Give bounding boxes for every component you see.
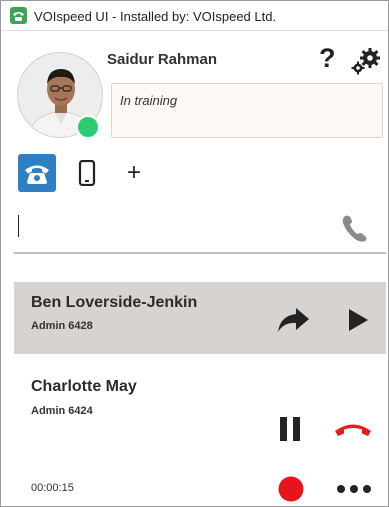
app-window: VOIspeed UI - Installed by: VOIspeed Ltd…	[0, 0, 389, 507]
play-icon	[349, 309, 368, 331]
help-button[interactable]: ?	[319, 45, 336, 72]
text-caret	[18, 215, 19, 237]
caller-extension: Admin 6424	[31, 405, 93, 417]
plus-icon: +	[126, 159, 141, 186]
call-card-active[interactable]: Charlotte May Admin 6424 00:00:15	[14, 364, 386, 504]
call-card-held[interactable]: Ben Loverside-Jenkin Admin 6428	[14, 282, 386, 354]
question-icon: ?	[319, 43, 336, 73]
add-button[interactable]: +	[115, 154, 153, 192]
presence-indicator	[76, 115, 100, 139]
caller-extension: Admin 6428	[31, 320, 93, 332]
settings-gears-icon[interactable]	[350, 46, 382, 76]
record-button[interactable]	[276, 474, 306, 504]
hangup-button[interactable]	[332, 418, 374, 442]
caller-name: Charlotte May	[31, 378, 137, 395]
resume-button[interactable]	[344, 306, 372, 334]
user-name: Saidur Rahman	[107, 51, 218, 68]
desk-phone-button[interactable]	[18, 154, 56, 192]
transfer-button[interactable]	[274, 304, 312, 336]
pause-icon	[280, 417, 300, 441]
record-icon	[278, 476, 304, 502]
call-timer: 00:00:15	[31, 482, 74, 494]
phone-app-icon	[10, 7, 27, 24]
mobile-phone-button[interactable]	[68, 154, 106, 192]
mobile-phone-icon	[78, 160, 96, 186]
hold-button[interactable]	[276, 414, 304, 444]
forward-arrow-icon	[278, 308, 309, 332]
status-message-box[interactable]: In training	[111, 83, 383, 138]
divider	[14, 252, 386, 254]
status-message: In training	[120, 93, 178, 108]
more-dots-icon	[337, 485, 371, 493]
hangup-icon	[335, 424, 371, 436]
call-handset-icon[interactable]	[341, 213, 369, 243]
title-bar: VOIspeed UI - Installed by: VOIspeed Ltd…	[1, 1, 388, 31]
desk-phone-icon	[25, 165, 49, 184]
caller-name: Ben Loverside-Jenkin	[31, 294, 198, 311]
window-title: VOIspeed UI - Installed by: VOIspeed Ltd…	[34, 9, 277, 24]
dial-number-input[interactable]	[17, 209, 327, 243]
more-options-button[interactable]	[334, 480, 374, 498]
